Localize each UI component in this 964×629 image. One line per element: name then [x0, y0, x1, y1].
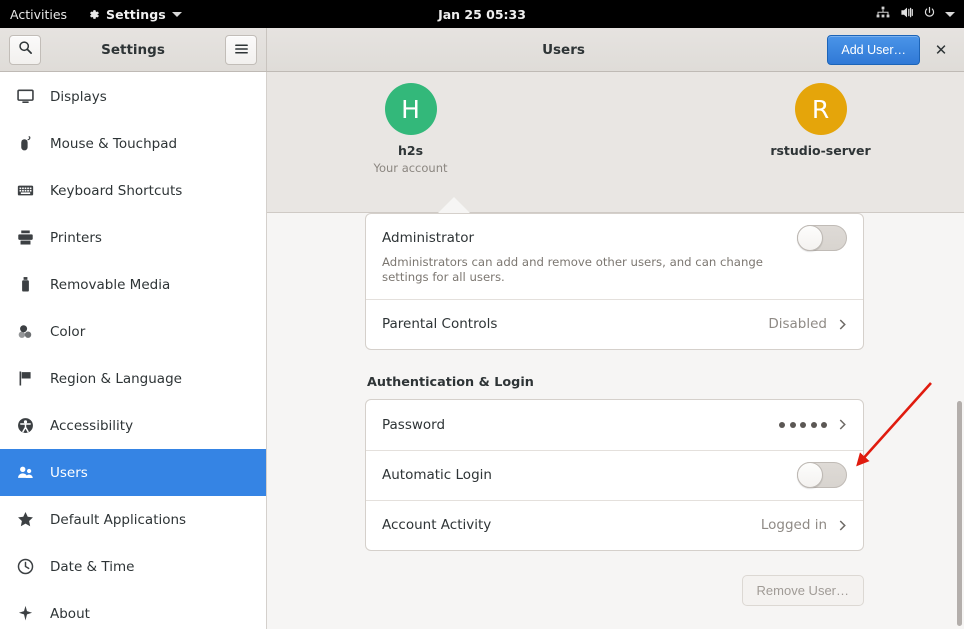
administrator-toggle[interactable] — [797, 225, 847, 251]
toggle-knob — [797, 462, 823, 488]
sidebar-item-keyboard-shortcuts[interactable]: Keyboard Shortcuts — [0, 167, 266, 214]
authentication-section-title: Authentication & Login — [367, 375, 864, 390]
sidebar-item-region-language[interactable]: Region & Language — [0, 355, 266, 402]
sidebar-item-label: Displays — [50, 89, 107, 105]
system-status-area[interactable] — [876, 6, 964, 22]
system-top-bar: Activities Settings Jan 25 05:33 — [0, 0, 964, 28]
sidebar-item-label: Users — [50, 465, 88, 481]
sidebar-item-removable-media[interactable]: Removable Media — [0, 261, 266, 308]
account-card: Administrator Administrators can add and… — [365, 213, 864, 350]
sidebar-item-accessibility[interactable]: Accessibility — [0, 402, 266, 449]
close-icon: ✕ — [935, 41, 948, 59]
activities-button[interactable]: Activities — [0, 7, 79, 22]
window-body: Displays Mouse & Touchpad Keyboard Short… — [0, 72, 964, 629]
users-icon — [17, 464, 34, 481]
password-row[interactable]: Password — [366, 400, 863, 450]
sidebar-item-default-applications[interactable]: Default Applications — [0, 496, 266, 543]
settings-panel-inner: Administrator Administrators can add and… — [267, 213, 964, 606]
parental-controls-value: Disabled — [768, 316, 827, 332]
chevron-right-icon — [827, 317, 847, 332]
toggle-knob — [797, 225, 823, 251]
sidebar-item-label: Color — [50, 324, 85, 340]
star-icon — [17, 511, 34, 528]
settings-sidebar[interactable]: Displays Mouse & Touchpad Keyboard Short… — [0, 72, 267, 629]
display-icon — [17, 88, 34, 105]
password-dots — [779, 422, 827, 428]
user-carousel: H h2s Your account R rstudio-server — [267, 72, 964, 213]
search-button[interactable] — [9, 35, 41, 65]
usb-drive-icon — [17, 276, 34, 293]
sidebar-item-label: About — [50, 606, 90, 622]
administrator-row[interactable]: Administrator Administrators can add and… — [366, 214, 863, 299]
account-activity-row[interactable]: Account Activity Logged in — [366, 500, 863, 550]
power-icon — [923, 6, 936, 22]
sparkle-icon — [17, 605, 34, 622]
printer-icon — [17, 229, 34, 246]
administrator-label: Administrator — [382, 230, 474, 246]
app-menu-button[interactable]: Settings — [79, 7, 190, 22]
sidebar-item-label: Removable Media — [50, 277, 170, 293]
automatic-login-toggle[interactable] — [797, 462, 847, 488]
administrator-description: Administrators can add and remove other … — [382, 255, 772, 286]
flag-icon — [17, 370, 34, 387]
user-name: rstudio-server — [770, 143, 870, 158]
panel-header: Users Add User… ✕ — [267, 28, 964, 71]
user-name: h2s — [398, 143, 423, 158]
authentication-card: Password Automatic Login — [365, 399, 864, 551]
search-icon — [18, 40, 33, 59]
automatic-login-label: Automatic Login — [382, 467, 492, 483]
keyboard-icon — [17, 182, 34, 199]
settings-scroll-area: Administrator Administrators can add and… — [267, 213, 964, 628]
users-panel: H h2s Your account R rstudio-server Admi… — [267, 72, 964, 629]
sidebar-item-about[interactable]: About — [0, 590, 266, 629]
account-activity-label: Account Activity — [382, 517, 491, 533]
chevron-right-icon — [827, 518, 847, 533]
mouse-icon — [17, 135, 34, 152]
password-label: Password — [382, 417, 445, 433]
user-tile-h2s[interactable]: H h2s Your account — [331, 83, 491, 175]
color-icon — [17, 323, 34, 340]
sidebar-item-date-time[interactable]: Date & Time — [0, 543, 266, 590]
sidebar-header: Settings — [0, 28, 267, 71]
account-activity-value: Logged in — [761, 517, 827, 533]
app-menu-label: Settings — [106, 7, 166, 22]
chevron-down-icon[interactable] — [945, 12, 955, 17]
sidebar-item-label: Region & Language — [50, 371, 182, 387]
panel-title: Users — [267, 42, 860, 58]
sidebar-item-label: Keyboard Shortcuts — [50, 183, 182, 199]
selected-user-pointer — [438, 197, 470, 213]
sidebar-item-label: Printers — [50, 230, 102, 246]
chevron-right-icon — [827, 417, 847, 432]
sidebar-item-label: Accessibility — [50, 418, 133, 434]
remove-user-button[interactable]: Remove User… — [742, 575, 864, 606]
main-menu-button[interactable] — [225, 35, 257, 65]
parental-controls-label: Parental Controls — [382, 316, 497, 332]
network-icon — [876, 6, 890, 22]
user-subtitle: Your account — [373, 161, 447, 175]
accessibility-icon — [17, 417, 34, 434]
gear-icon — [87, 8, 100, 21]
window-header-bar: Settings Users Add User… ✕ — [0, 28, 964, 72]
volume-icon — [899, 6, 914, 22]
sidebar-item-label: Date & Time — [50, 559, 134, 575]
automatic-login-row[interactable]: Automatic Login — [366, 450, 863, 500]
parental-controls-row[interactable]: Parental Controls Disabled — [366, 299, 863, 349]
add-user-button[interactable]: Add User… — [827, 35, 920, 65]
avatar[interactable]: R — [795, 83, 847, 135]
clock-icon — [17, 558, 34, 575]
sidebar-item-printers[interactable]: Printers — [0, 214, 266, 261]
chevron-down-icon — [172, 12, 182, 17]
sidebar-item-label: Default Applications — [50, 512, 186, 528]
hamburger-menu-icon — [234, 40, 249, 59]
vertical-scrollbar[interactable] — [957, 401, 962, 626]
avatar[interactable]: H — [385, 83, 437, 135]
sidebar-item-mouse-touchpad[interactable]: Mouse & Touchpad — [0, 120, 266, 167]
user-tile-rstudio-server[interactable]: R rstudio-server — [741, 83, 901, 158]
sidebar-item-color[interactable]: Color — [0, 308, 266, 355]
sidebar-item-users[interactable]: Users — [0, 449, 266, 496]
sidebar-item-displays[interactable]: Displays — [0, 73, 266, 120]
close-window-button[interactable]: ✕ — [926, 35, 956, 65]
panel-footer: Remove User… — [365, 575, 864, 606]
sidebar-item-label: Mouse & Touchpad — [50, 136, 177, 152]
